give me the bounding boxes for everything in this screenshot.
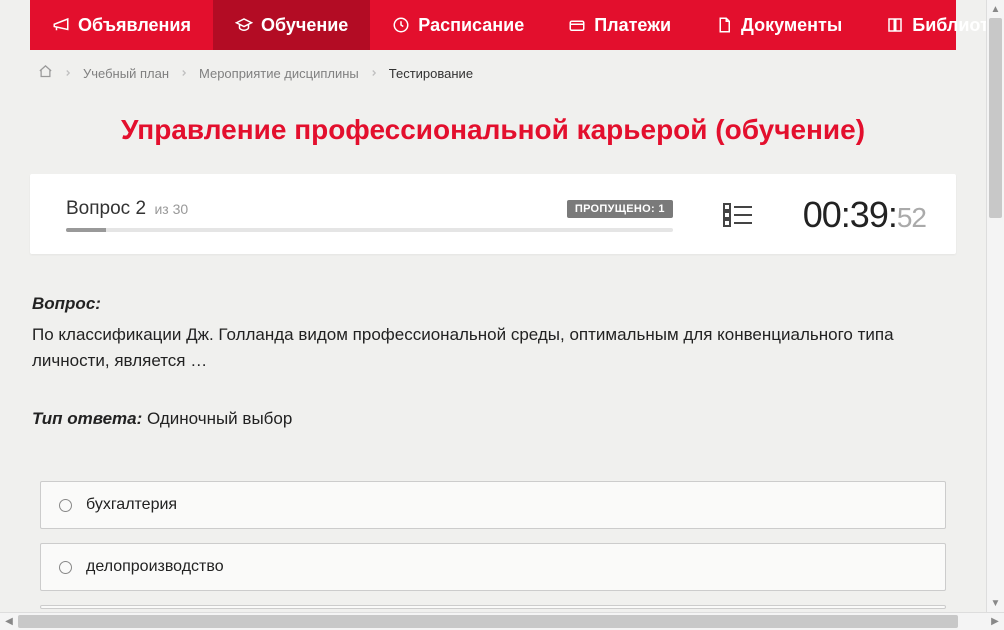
nav-documents[interactable]: Документы: [693, 0, 864, 50]
radio-icon: [59, 561, 72, 574]
status-card: Вопрос 2 из 30 ПРОПУЩЕНО: 1 00:39:52: [30, 174, 956, 254]
radio-icon: [59, 499, 72, 512]
scroll-right-icon[interactable]: ▶: [986, 613, 1004, 630]
answer-type-label: Тип ответа:: [32, 409, 142, 428]
nav-label: Объявления: [78, 15, 191, 36]
nav-education[interactable]: Обучение: [213, 0, 370, 50]
chevron-right-icon: [369, 68, 379, 78]
nav-label: Расписание: [418, 15, 524, 36]
nav-label: Библиотека: [912, 15, 986, 36]
scroll-up-icon[interactable]: ▲: [987, 0, 1004, 18]
nav-library[interactable]: Библиотека: [864, 0, 986, 50]
main-nav: Объявления Обучение Расписание Платежи: [30, 0, 956, 50]
breadcrumb-plan[interactable]: Учебный план: [83, 66, 169, 81]
vertical-scrollbar[interactable]: ▲ ▼: [986, 0, 1004, 612]
question-grid-icon[interactable]: [703, 202, 773, 228]
scroll-left-icon[interactable]: ◀: [0, 613, 18, 630]
timer-main: 00:39:: [803, 194, 897, 235]
breadcrumb-current: Тестирование: [389, 66, 473, 81]
answer-label: бухгалтерия: [86, 496, 177, 514]
question-label: Вопрос:: [32, 294, 954, 314]
payment-icon: [568, 16, 586, 34]
answers-list: бухгалтерия делопроизводство: [32, 481, 954, 609]
question-number: Вопрос 2: [66, 198, 146, 219]
page-title: Управление профессиональной карьерой (об…: [30, 96, 956, 174]
progress-bar: [66, 228, 673, 232]
breadcrumb-event[interactable]: Мероприятие дисциплины: [199, 66, 359, 81]
answer-type-value: Одиночный выбор: [142, 409, 292, 428]
answer-option[interactable]: бухгалтерия: [40, 481, 946, 529]
answer-label: делопроизводство: [86, 558, 224, 576]
horizontal-scrollbar[interactable]: ◀ ▶: [0, 612, 1004, 630]
megaphone-icon: [52, 16, 70, 34]
answer-option[interactable]: делопроизводство: [40, 543, 946, 591]
chevron-right-icon: [63, 68, 73, 78]
scroll-down-icon[interactable]: ▼: [987, 594, 1004, 612]
question-text: По классификации Дж. Голланда видом проф…: [32, 322, 954, 373]
question-total: из 30: [154, 201, 188, 217]
document-icon: [715, 16, 733, 34]
book-icon: [886, 16, 904, 34]
skipped-badge: ПРОПУЩЕНО: 1: [567, 200, 673, 218]
graduation-icon: [235, 16, 253, 34]
nav-label: Документы: [741, 15, 842, 36]
home-icon[interactable]: [38, 64, 53, 82]
chevron-right-icon: [179, 68, 189, 78]
nav-payments[interactable]: Платежи: [546, 0, 693, 50]
nav-announcements[interactable]: Объявления: [30, 0, 213, 50]
nav-label: Обучение: [261, 15, 348, 36]
scrollbar-thumb[interactable]: [18, 615, 958, 628]
breadcrumb: Учебный план Мероприятие дисциплины Тест…: [30, 50, 956, 96]
nav-label: Платежи: [594, 15, 671, 36]
answer-option[interactable]: [40, 605, 946, 609]
timer-seconds: 52: [897, 202, 926, 233]
clock-icon: [392, 16, 410, 34]
scrollbar-thumb[interactable]: [989, 18, 1002, 218]
nav-schedule[interactable]: Расписание: [370, 0, 546, 50]
timer: 00:39:52: [803, 194, 926, 236]
